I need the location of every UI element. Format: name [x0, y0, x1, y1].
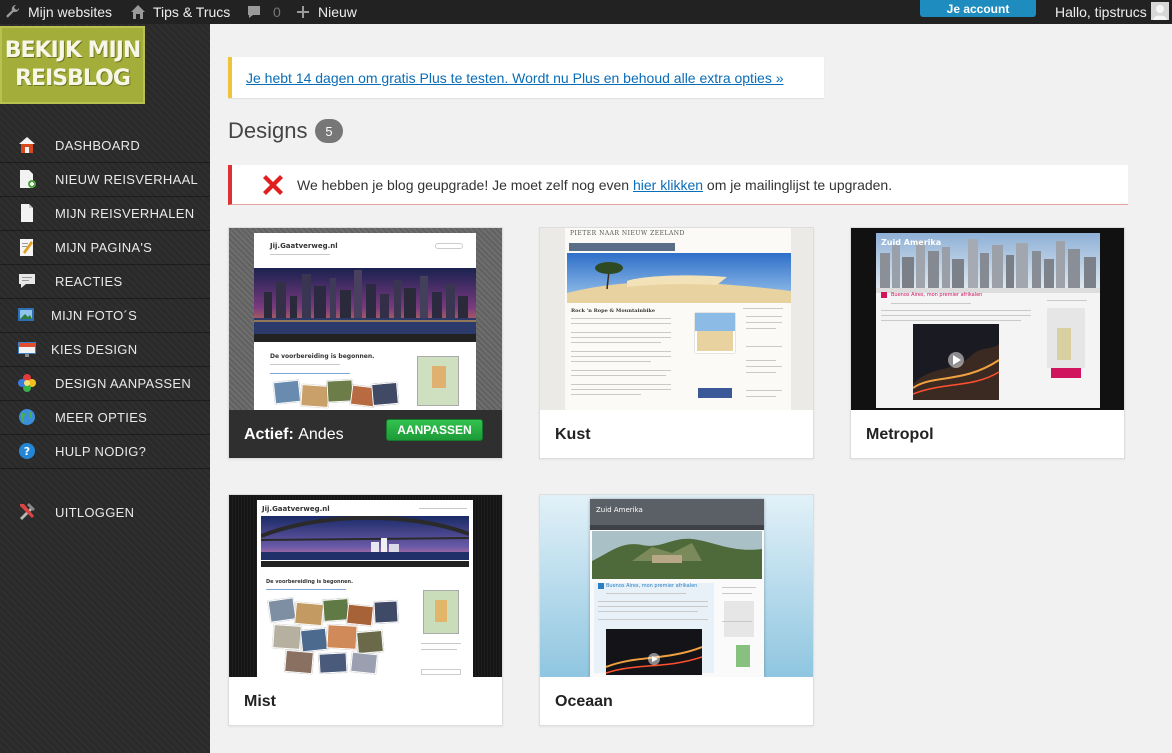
- preview-site-title: Zuid Amerika: [881, 238, 942, 247]
- theme-name-kust: Kust: [555, 426, 591, 443]
- sidebar-item-photos[interactable]: MIJN FOTO´S: [0, 299, 210, 333]
- sidebar-item-dashboard[interactable]: DASHBOARD: [0, 129, 210, 163]
- new-content-menu[interactable]: Nieuw: [294, 0, 357, 24]
- preview-site-title: Zuid Amerika: [596, 506, 643, 514]
- theme-card-andes[interactable]: Jij.Gaatverweg.nl De voorbereiding is be…: [228, 227, 503, 459]
- sidebar-item-label: REACTIES: [55, 274, 123, 289]
- logo-line-2: REISBLOG: [15, 66, 131, 91]
- plus-trial-notice: Je hebt 14 dagen om gratis Plus te teste…: [228, 57, 824, 98]
- page-title: Designs: [228, 118, 308, 143]
- admin-bar: Mijn websites Tips & Trucs 0 Nieuw Je ac…: [0, 0, 1172, 24]
- theme-screenshot-andes: Jij.Gaatverweg.nl De voorbereiding is be…: [229, 228, 502, 410]
- sidebar-item-label: UITLOGGEN: [55, 504, 135, 520]
- new-label: Nieuw: [318, 4, 357, 20]
- sidebar-item-label: MIJN FOTO´S: [51, 308, 138, 323]
- sidebar-item-posts[interactable]: MIJN REISVERHALEN: [0, 197, 210, 231]
- my-sites-menu[interactable]: Mijn websites: [4, 0, 112, 24]
- greeting-label: Hallo, tipstrucs: [1055, 4, 1147, 20]
- theme-screenshot-mist: Jij.Gaatverweg.nl De voorbereiding is be…: [229, 495, 502, 677]
- error-x-icon: [259, 171, 287, 199]
- logo-line-1: BEKIJK MIJN: [4, 38, 142, 63]
- sidebar-item-new-post[interactable]: NIEUW REISVERHAAL: [0, 163, 210, 197]
- help-icon: ?: [17, 441, 37, 461]
- sidebar-item-pages[interactable]: MIJN PAGINA'S: [0, 231, 210, 265]
- upgrade-text-before: We hebben je blog geupgrade! Je moet zel…: [297, 177, 633, 193]
- site-menu[interactable]: Tips & Trucs: [129, 0, 230, 24]
- preview-post-title: Buenos Aires, mon premier afrikalen: [606, 583, 698, 589]
- new-post-icon: [17, 169, 37, 189]
- sidebar: BEKIJK MIJN REISBLOG DASHBOARD NIEUW REI…: [0, 24, 210, 753]
- svg-text:?: ?: [24, 445, 30, 458]
- preview-site-title: Jij.Gaatverweg.nl: [270, 242, 338, 250]
- wrench-icon: [4, 3, 22, 21]
- theme-count-badge: 5: [315, 119, 343, 143]
- pages-icon: [17, 237, 37, 257]
- upgrade-notice: We hebben je blog geupgrade! Je moet zel…: [228, 165, 1128, 205]
- plus-trial-link[interactable]: Je hebt 14 dagen om gratis Plus te teste…: [246, 70, 784, 86]
- comments-count: 0: [273, 4, 281, 20]
- preview-post-title: Buenos Aires, mon premier afrikalen: [891, 292, 983, 298]
- theme-name-metropol: Metropol: [866, 426, 934, 443]
- comments-icon: [17, 271, 37, 291]
- active-theme-name: Andes: [298, 426, 344, 443]
- sidebar-item-choose-design[interactable]: KIES DESIGN: [0, 333, 210, 367]
- customize-icon: [17, 373, 37, 393]
- home-icon: [129, 3, 147, 21]
- my-sites-label: Mijn websites: [28, 4, 113, 20]
- site-label: Tips & Trucs: [153, 4, 231, 20]
- theme-card-oceaan[interactable]: Zuid Amerika Buenos Aires, mon premier a…: [539, 494, 814, 726]
- comments-menu[interactable]: 0: [245, 0, 281, 24]
- sidebar-item-label: HULP NODIG?: [55, 444, 147, 459]
- photos-icon: [17, 305, 37, 325]
- theme-card-kust[interactable]: Pieter naar Nieuw Zeeland Rock 'n Rope &…: [539, 227, 814, 459]
- upgrade-notice-text: We hebben je blog geupgrade! Je moet zel…: [297, 177, 892, 193]
- globe-icon: [17, 407, 37, 427]
- sidebar-item-logout[interactable]: UITLOGGEN: [0, 495, 210, 529]
- sidebar-item-label: MIJN PAGINA'S: [55, 240, 153, 255]
- plus-icon: [294, 3, 312, 21]
- customize-theme-button[interactable]: AANPASSEN: [386, 419, 483, 441]
- sidebar-item-label: DASHBOARD: [55, 138, 141, 153]
- sidebar-item-help[interactable]: ? HULP NODIG?: [0, 435, 210, 469]
- active-prefix: Actief:: [244, 426, 294, 443]
- preview-post-title: De voorbereiding is begonnen.: [266, 579, 353, 585]
- blog-logo[interactable]: BEKIJK MIJN REISBLOG: [0, 26, 145, 104]
- house-icon: [17, 135, 37, 155]
- preview-site-title: Jij.Gaatverweg.nl: [262, 505, 330, 513]
- theme-screenshot-oceaan: Zuid Amerika Buenos Aires, mon premier a…: [540, 495, 813, 677]
- theme-card-metropol[interactable]: Zuid Amerika Buenos Aires, mon premier a…: [850, 227, 1125, 459]
- user-greeting[interactable]: Hallo, tipstrucs: [1055, 0, 1147, 24]
- design-icon: [17, 339, 37, 359]
- sidebar-item-label: DESIGN AANPASSEN: [55, 376, 192, 391]
- theme-card-mist[interactable]: Jij.Gaatverweg.nl De voorbereiding is be…: [228, 494, 503, 726]
- comment-icon: [245, 3, 263, 21]
- theme-name-oceaan: Oceaan: [555, 693, 613, 710]
- posts-icon: [17, 203, 37, 223]
- theme-name-mist: Mist: [244, 693, 276, 710]
- upgrade-text-after: om je mailinglijst te upgraden.: [703, 177, 893, 193]
- sidebar-item-label: NIEUW REISVERHAAL: [55, 172, 199, 187]
- theme-screenshot-metropol: Zuid Amerika Buenos Aires, mon premier a…: [851, 228, 1124, 410]
- preview-post-title: De voorbereiding is begonnen.: [270, 353, 375, 360]
- preview-site-title: Pieter naar Nieuw Zeeland: [570, 230, 685, 237]
- avatar[interactable]: [1151, 2, 1169, 20]
- sidebar-item-more-options[interactable]: MEER OPTIES: [0, 401, 210, 435]
- sidebar-item-comments[interactable]: REACTIES: [0, 265, 210, 299]
- sidebar-item-customize-design[interactable]: DESIGN AANPASSEN: [0, 367, 210, 401]
- sidebar-item-label: KIES DESIGN: [51, 342, 138, 357]
- account-button[interactable]: Je account: [920, 0, 1036, 17]
- theme-name-andes: Actief: Andes: [244, 426, 344, 444]
- mailing-list-link[interactable]: hier klikken: [633, 177, 703, 193]
- tools-icon: [17, 501, 37, 521]
- theme-screenshot-kust: Pieter naar Nieuw Zeeland Rock 'n Rope &…: [540, 228, 813, 410]
- sidebar-item-label: MEER OPTIES: [55, 410, 148, 425]
- preview-post-title: Rock 'n Rope & Mountainbike: [571, 308, 656, 314]
- sidebar-item-label: MIJN REISVERHALEN: [55, 206, 195, 221]
